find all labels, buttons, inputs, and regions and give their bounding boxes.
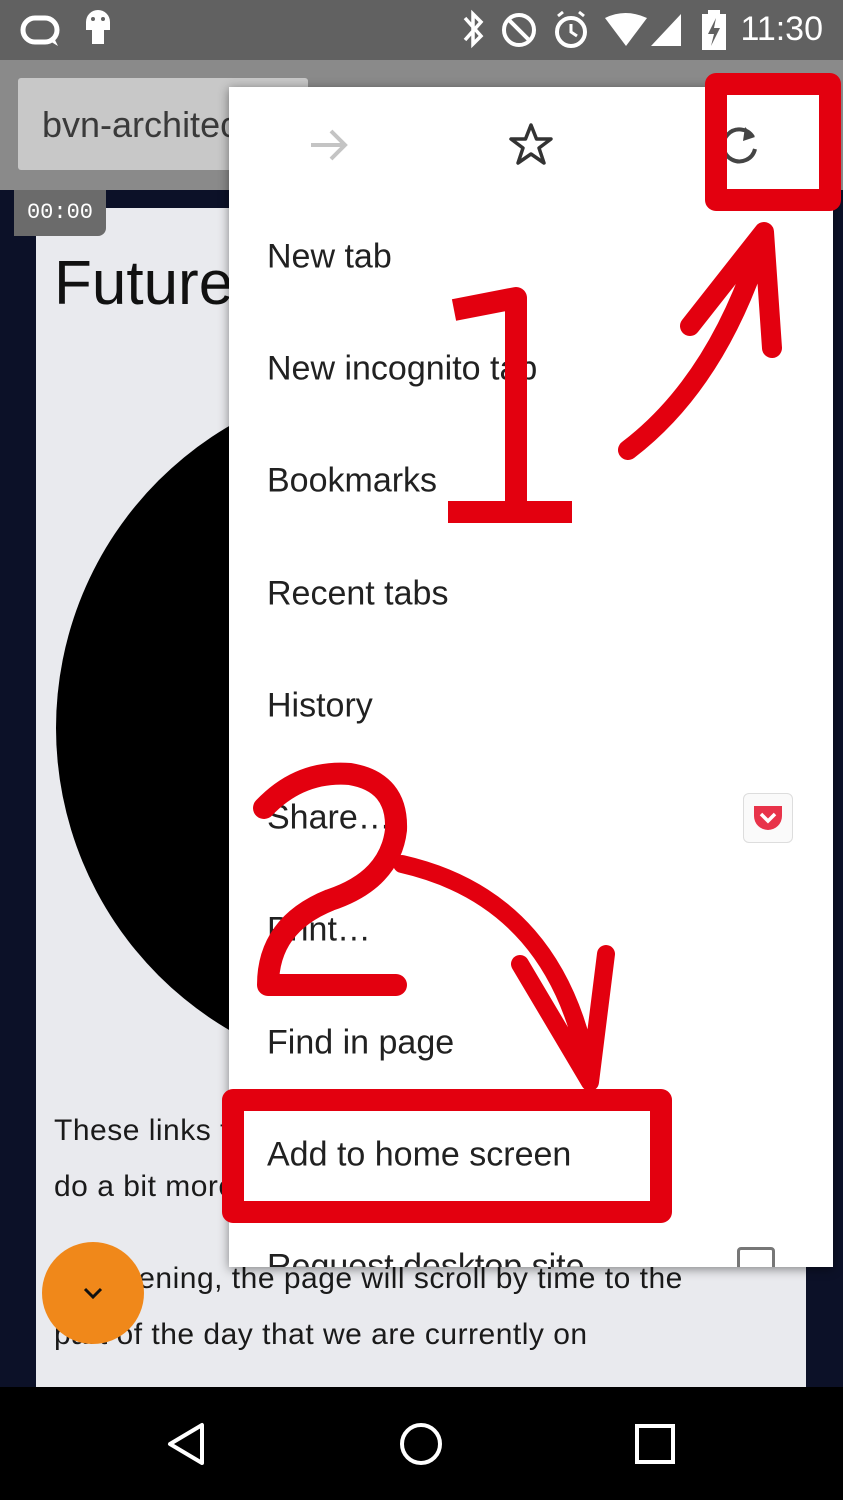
video-timestamp: 00:00	[14, 190, 106, 236]
status-bar: 11:30	[0, 0, 843, 60]
back-nav-icon[interactable]	[164, 1421, 210, 1467]
menu-item-label: Bookmarks	[267, 461, 438, 500]
menu-item-new-tab[interactable]: New tab	[229, 201, 833, 313]
menu-item-label: Add to home screen	[267, 1135, 572, 1174]
menu-item-label: New incognito tab	[267, 349, 538, 388]
menu-item-bookmarks[interactable]: Bookmarks	[229, 425, 833, 537]
menu-icon-row	[229, 87, 833, 197]
desktop-site-checkbox[interactable]	[737, 1247, 775, 1267]
pocket-icon	[754, 806, 782, 830]
pocket-share-icon[interactable]	[743, 793, 793, 843]
battery-charging-icon	[702, 10, 726, 50]
overflow-menu: New tab New incognito tab Bookmarks Rece…	[229, 87, 833, 1267]
bookmark-star-icon[interactable]	[507, 121, 555, 169]
scroll-down-button[interactable]	[42, 1242, 144, 1344]
menu-item-find-in-page[interactable]: Find in page	[229, 987, 833, 1099]
menu-item-label: New tab	[267, 237, 392, 276]
menu-item-add-to-home-screen[interactable]: Add to home screen	[229, 1099, 833, 1211]
menu-item-history[interactable]: History	[229, 650, 833, 762]
chevron-down-icon	[83, 1287, 103, 1300]
menu-item-label: Share…	[267, 798, 392, 837]
paragraph-line: On opening, the page will scroll by time…	[54, 1262, 683, 1295]
recents-nav-icon[interactable]	[634, 1423, 676, 1465]
menu-item-label: Print…	[267, 910, 371, 949]
menu-item-label: Recent tabs	[267, 574, 449, 613]
forward-icon[interactable]	[307, 125, 351, 165]
reload-icon[interactable]	[715, 121, 763, 169]
status-notification-icons	[20, 10, 110, 46]
menu-item-label: Request desktop site	[267, 1247, 585, 1268]
menu-item-label: Find in page	[267, 1023, 455, 1062]
home-nav-icon[interactable]	[398, 1421, 444, 1467]
status-system-icons	[463, 9, 681, 49]
page-title: Future	[54, 249, 234, 318]
menu-item-print[interactable]: Print…	[229, 874, 833, 986]
menu-item-label: History	[267, 686, 373, 725]
navigation-bar	[0, 1387, 843, 1500]
menu-item-recent-tabs[interactable]: Recent tabs	[229, 538, 833, 650]
menu-item-new-incognito-tab[interactable]: New incognito tab	[229, 313, 833, 425]
status-time: 11:30	[740, 10, 823, 48]
